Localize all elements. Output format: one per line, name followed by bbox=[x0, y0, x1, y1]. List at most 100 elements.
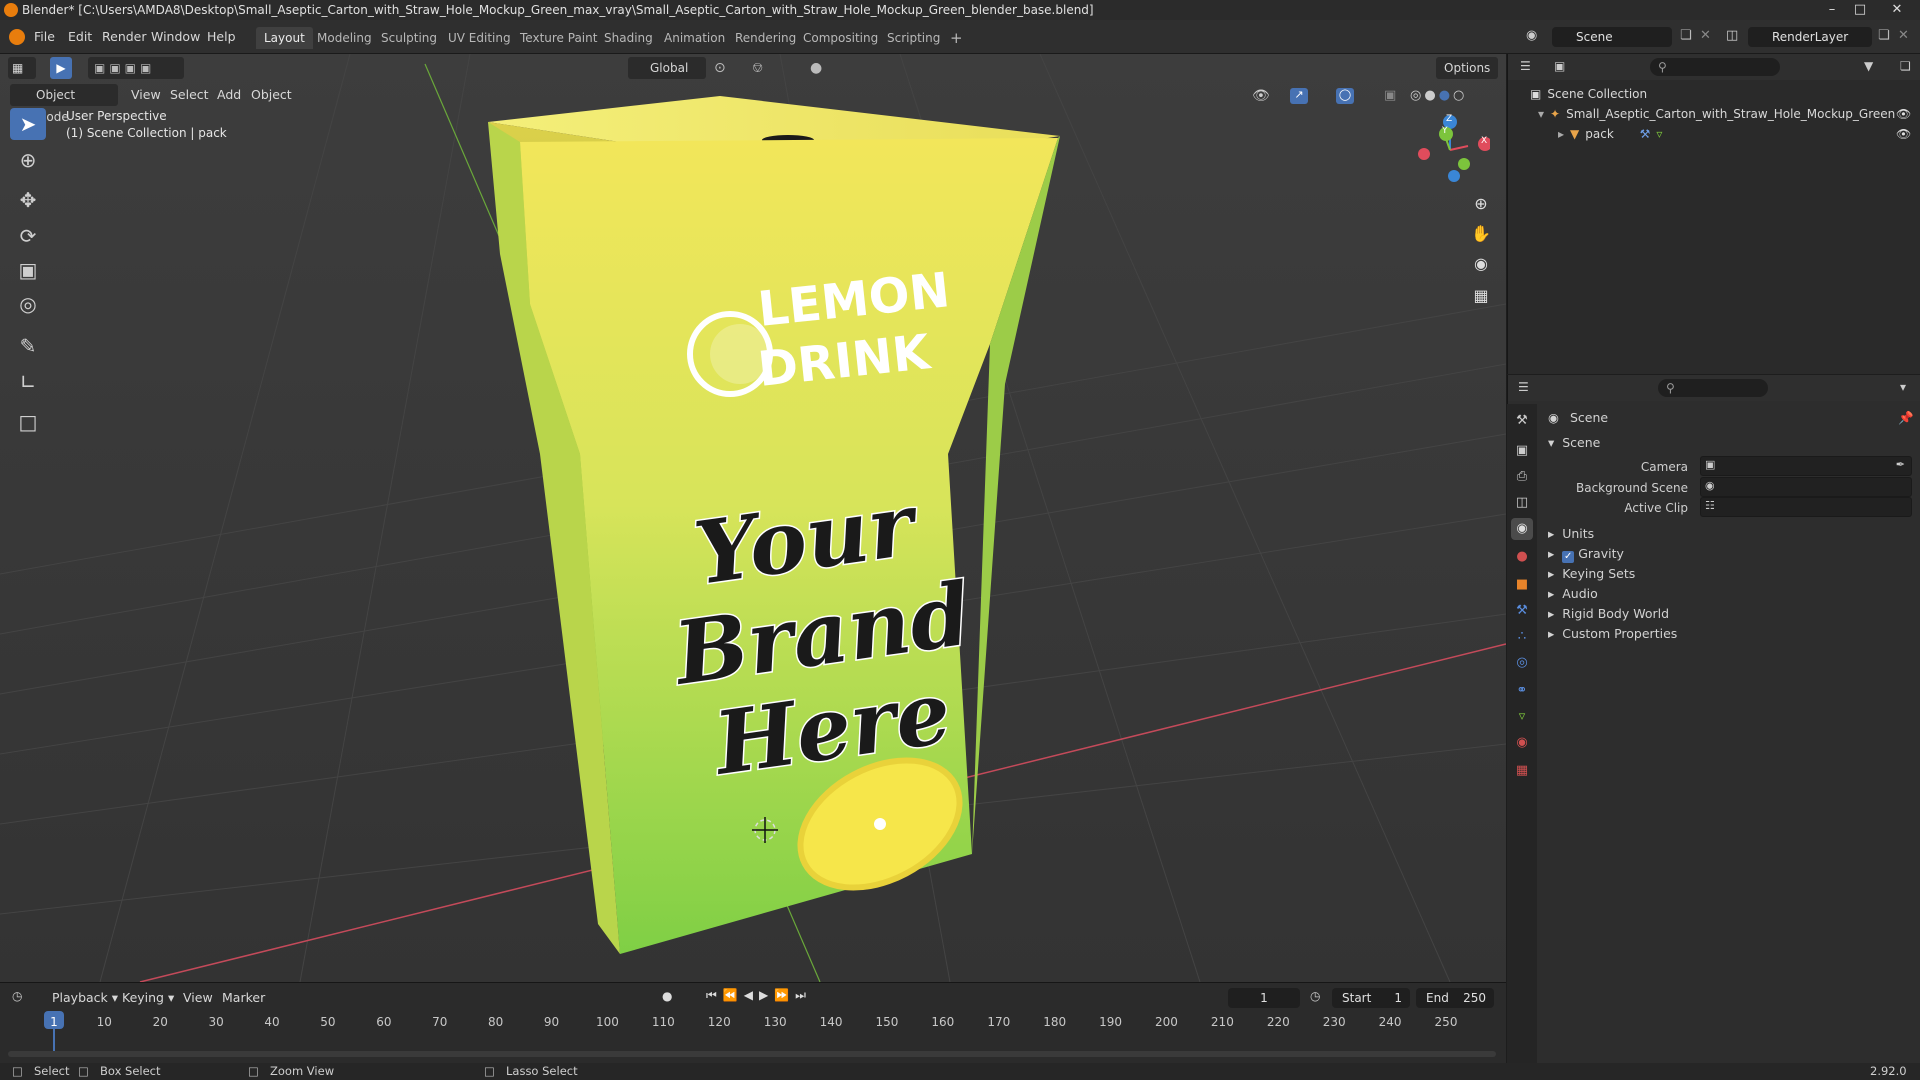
new-scene-icon[interactable]: ❏ bbox=[1680, 28, 1692, 43]
tab-layout[interactable]: Layout bbox=[256, 27, 313, 49]
outliner-editor-icon[interactable]: ☰ bbox=[1520, 59, 1531, 73]
scene-panel-toggle[interactable]: ▾ Scene bbox=[1548, 435, 1600, 450]
mesh-data-icon[interactable]: ▿ bbox=[1656, 127, 1662, 141]
xray-icon[interactable]: ▣ bbox=[1384, 88, 1396, 103]
audio-section[interactable]: ▸ Audio bbox=[1548, 586, 1598, 601]
pivot-point-icon[interactable]: ⊙ bbox=[714, 60, 726, 76]
outliner-item-pack[interactable]: ▸ ▼ pack ⚒ ▿ 👁 bbox=[1508, 124, 1920, 144]
object-tab-icon[interactable]: ■ bbox=[1511, 574, 1533, 596]
renderlayer-selector[interactable]: RenderLayer bbox=[1748, 27, 1872, 47]
tab-scripting[interactable]: Scripting bbox=[879, 27, 948, 49]
maximize-button[interactable]: □ bbox=[1846, 0, 1874, 20]
tab-rendering[interactable]: Rendering bbox=[727, 27, 804, 49]
move-tool-icon[interactable]: ✥ bbox=[10, 184, 46, 216]
menu-file[interactable]: File bbox=[34, 27, 55, 47]
editor-type-icon[interactable]: ▦ bbox=[8, 57, 36, 79]
scale-tool-icon[interactable]: ▣ bbox=[10, 254, 46, 286]
rotate-tool-icon[interactable]: ⟳ bbox=[10, 220, 46, 252]
expand-arrow-icon[interactable]: ▸ bbox=[1558, 127, 1564, 141]
physics-tab-icon[interactable]: ◎ bbox=[1511, 652, 1533, 674]
annotate-tool-icon[interactable]: ✎ bbox=[10, 330, 46, 362]
outliner-search-input[interactable]: ⚲ bbox=[1650, 58, 1780, 76]
transform-orientation-dropdown[interactable]: Global bbox=[628, 57, 706, 79]
particles-tab-icon[interactable]: ∴ bbox=[1511, 626, 1533, 648]
gizmo-toggle-icon[interactable]: ↗ bbox=[1290, 88, 1308, 104]
properties-search-input[interactable]: ⚲ bbox=[1658, 379, 1768, 397]
select-tool-icon[interactable]: ➤ bbox=[10, 108, 46, 140]
scene-tab-icon[interactable]: ◉ bbox=[1511, 518, 1533, 540]
menu-edit[interactable]: Edit bbox=[68, 27, 92, 47]
tab-animation[interactable]: Animation bbox=[656, 27, 733, 49]
menu-render[interactable]: Render bbox=[102, 27, 147, 47]
minimize-button[interactable]: – bbox=[1818, 0, 1846, 20]
render-tab-icon[interactable]: ▣ bbox=[1511, 440, 1533, 462]
data-tab-icon[interactable]: ▿ bbox=[1511, 706, 1533, 728]
rigid-body-world-section[interactable]: ▸ Rigid Body World bbox=[1548, 606, 1669, 621]
viewport-menu-add[interactable]: Add bbox=[217, 85, 241, 105]
add-cube-tool-icon[interactable]: □ bbox=[10, 406, 46, 438]
new-collection-icon[interactable]: ❏ bbox=[1900, 59, 1911, 73]
custom-properties-section[interactable]: ▸ Custom Properties bbox=[1548, 626, 1677, 641]
object-mode-dropdown[interactable]: Object Mode bbox=[10, 84, 118, 124]
view-layer-tab-icon[interactable]: ◫ bbox=[1511, 492, 1533, 514]
outliner-scene-collection[interactable]: ▣ Scene Collection bbox=[1508, 84, 1920, 104]
tab-compositing[interactable]: Compositing bbox=[795, 27, 886, 49]
gravity-checkbox[interactable]: ✓ bbox=[1562, 551, 1575, 563]
tool-tab-icon[interactable]: ⚒ bbox=[1511, 410, 1533, 432]
tab-sculpting[interactable]: Sculpting bbox=[373, 27, 445, 49]
transform-tool-icon[interactable]: ◎ bbox=[10, 288, 46, 320]
eyedropper-icon[interactable]: ✒ bbox=[1896, 458, 1905, 471]
pin-icon[interactable]: 📌 bbox=[1898, 410, 1914, 426]
3d-viewport[interactable]: LEMON DRINK Your Brand Here bbox=[0, 54, 1506, 982]
new-renderlayer-icon[interactable]: ❏ bbox=[1878, 28, 1890, 43]
overlay-toggle-icon[interactable]: ◯ bbox=[1336, 88, 1354, 104]
delete-renderlayer-icon[interactable]: ✕ bbox=[1898, 28, 1909, 43]
keying-sets-section[interactable]: ▸ Keying Sets bbox=[1548, 566, 1635, 581]
visibility-eye-icon[interactable]: 👁 bbox=[1896, 104, 1911, 124]
visibility-eye-icon[interactable]: 👁 bbox=[1896, 124, 1911, 144]
navigation-gizmo[interactable]: Z X Y bbox=[1410, 110, 1492, 190]
constraints-tab-icon[interactable]: ⚭ bbox=[1511, 680, 1533, 702]
camera-view-icon[interactable]: ◉ bbox=[1467, 250, 1495, 278]
tab-shading[interactable]: Shading bbox=[596, 27, 661, 49]
world-tab-icon[interactable]: ● bbox=[1511, 546, 1533, 568]
filter-icon[interactable]: ▼ bbox=[1864, 59, 1873, 73]
measure-tool-icon[interactable]: ∟ bbox=[10, 366, 46, 398]
add-workspace-button[interactable]: + bbox=[942, 27, 971, 49]
menu-help[interactable]: Help bbox=[207, 27, 236, 47]
pan-hand-icon[interactable]: ✋ bbox=[1467, 220, 1495, 248]
properties-options-icon[interactable]: ▾ bbox=[1900, 380, 1906, 394]
tab-texture-paint[interactable]: Texture Paint bbox=[512, 27, 605, 49]
timeline-scrollbar[interactable] bbox=[8, 1051, 1496, 1057]
perspective-toggle-icon[interactable]: ▦ bbox=[1467, 282, 1495, 310]
scene-selector[interactable]: Scene bbox=[1552, 27, 1672, 47]
material-tab-icon[interactable]: ◉ bbox=[1511, 732, 1533, 754]
options-dropdown[interactable]: Options bbox=[1436, 57, 1498, 79]
tab-modeling[interactable]: Modeling bbox=[309, 27, 380, 49]
close-button[interactable]: ✕ bbox=[1880, 0, 1914, 20]
units-section[interactable]: ▸ Units bbox=[1548, 526, 1594, 541]
zoom-icon[interactable]: ⊕ bbox=[1467, 190, 1495, 218]
blender-menu-icon[interactable] bbox=[9, 29, 25, 45]
active-clip-field[interactable]: ☷ bbox=[1700, 497, 1912, 517]
modifier-tab-icon[interactable]: ⚒ bbox=[1511, 600, 1533, 622]
expand-arrow-icon[interactable]: ▾ bbox=[1538, 107, 1544, 121]
cursor-tool-icon[interactable]: ⊕ bbox=[10, 144, 46, 176]
select-box-mode-icon[interactable]: ▶ bbox=[50, 57, 72, 79]
texture-tab-icon[interactable]: ▦ bbox=[1511, 760, 1533, 782]
viewport-menu-select[interactable]: Select bbox=[170, 85, 209, 105]
selection-mode-icons[interactable]: ▣▣▣▣ bbox=[88, 57, 184, 79]
proportional-edit-icon[interactable]: ● bbox=[810, 60, 822, 76]
menu-window[interactable]: Window bbox=[151, 27, 200, 47]
viewport-menu-view[interactable]: View bbox=[131, 85, 161, 105]
background-scene-field[interactable]: ◉ bbox=[1700, 477, 1912, 497]
camera-field[interactable]: ▣ ✒ bbox=[1700, 456, 1912, 476]
snap-icon[interactable]: ⎊ bbox=[752, 60, 763, 76]
gravity-section[interactable]: ▸ ✓ Gravity bbox=[1548, 546, 1624, 563]
properties-editor-icon[interactable]: ☰ bbox=[1518, 380, 1529, 394]
viewport-menu-object[interactable]: Object bbox=[251, 85, 292, 105]
output-tab-icon[interactable]: ⎙ bbox=[1511, 466, 1533, 488]
frame-ruler[interactable]: 1 10 20 30 40 50 60 70 80 90 100 110 120 130 140 150 160… bbox=[0, 983, 1506, 1043]
modifier-wrench-icon[interactable]: ⚒ bbox=[1640, 127, 1651, 141]
tab-uv-editing[interactable]: UV Editing bbox=[440, 27, 519, 49]
